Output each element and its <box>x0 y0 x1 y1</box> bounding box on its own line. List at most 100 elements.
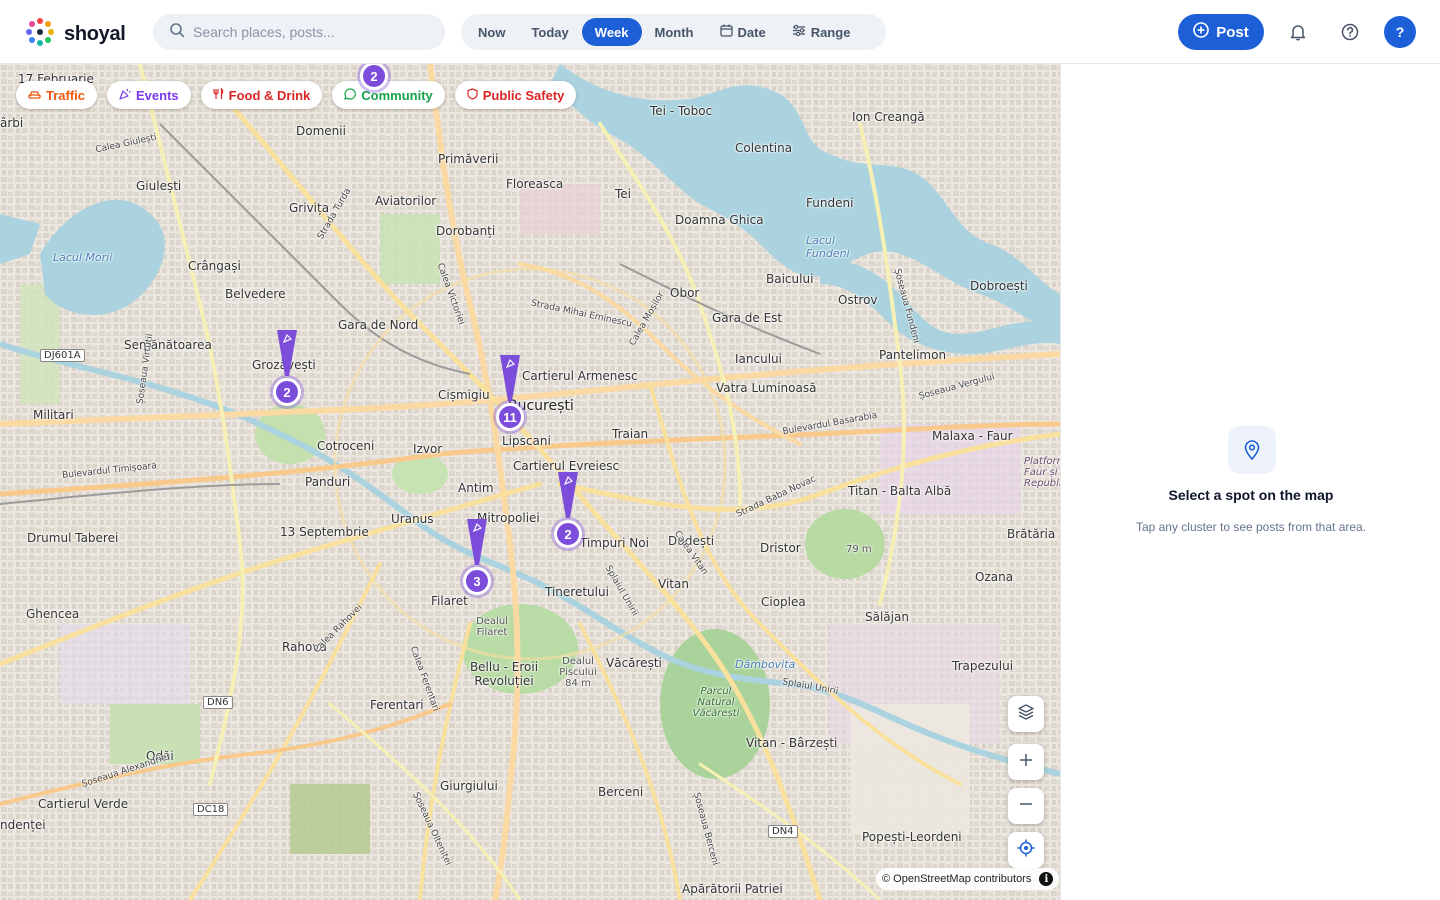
plus-icon <box>1019 753 1033 772</box>
map-label: Aviatorilor <box>375 194 437 208</box>
time-filter: Now Today Week Month Date Range <box>461 14 886 50</box>
event-pin-icon <box>467 519 487 565</box>
map-label: Dorobanți <box>436 224 496 238</box>
map-label: Popești-Leordeni <box>862 830 962 844</box>
map-label: Cartierul Armenesc <box>522 369 638 383</box>
filter-date[interactable]: Date <box>707 18 779 46</box>
locate-button[interactable] <box>1008 832 1044 868</box>
map-cluster[interactable]: 2 <box>552 470 586 550</box>
filter-now[interactable]: Now <box>465 18 518 46</box>
map-label: Gara de Nord <box>338 318 419 332</box>
filter-now-label: Now <box>478 24 506 40</box>
filter-range-label: Range <box>810 24 851 40</box>
search-icon <box>169 22 185 43</box>
party-icon <box>119 88 131 103</box>
map-label: Brătăria <box>1007 527 1056 541</box>
map-label: Apărătorii Patriei <box>682 882 783 896</box>
layers-icon <box>1017 703 1035 726</box>
zoom-in-button[interactable] <box>1008 744 1044 780</box>
map-label: Dristor <box>760 541 801 555</box>
filter-today-label: Today <box>531 24 569 40</box>
search-bar[interactable] <box>153 14 445 50</box>
map-label: Giulești <box>136 179 182 193</box>
hill-label: 79 m <box>846 544 872 555</box>
map-attribution: © OpenStreetMap contributors i <box>876 868 1060 890</box>
info-icon[interactable]: i <box>1039 872 1054 886</box>
chip-public-safety[interactable]: Public Safety <box>454 81 577 109</box>
lake-label: Lacul Morii <box>53 251 113 264</box>
avatar[interactable]: ? <box>1384 16 1416 48</box>
fork-knife-icon <box>213 87 224 103</box>
map-label: Traian <box>612 427 649 441</box>
map-cluster[interactable]: 11 <box>494 353 528 433</box>
road-shield: DN4 <box>768 825 798 838</box>
map-cluster[interactable]: 3 <box>461 517 495 597</box>
map-label: Militari <box>33 408 74 422</box>
app-name: shoyal <box>64 23 126 45</box>
map-label: Ozana <box>975 570 1014 584</box>
plus-circle-icon <box>1193 22 1210 42</box>
car-icon <box>28 88 41 103</box>
map-label: Bellu - Eroii Revoluției <box>469 660 539 688</box>
map-label: Antim <box>458 481 494 495</box>
area-label: Platformele Faur și Republica <box>1024 456 1060 489</box>
chip-events[interactable]: Events <box>107 81 191 109</box>
map-label: Cotroceni <box>317 439 375 453</box>
event-pin-icon <box>558 472 578 518</box>
map-label: Ferentari <box>370 698 424 712</box>
zoom-out-button[interactable] <box>1008 788 1044 824</box>
post-button[interactable]: Post <box>1178 14 1264 50</box>
map-label: Colentina <box>735 141 793 155</box>
map-label: Titan - Balta Albă <box>848 484 952 498</box>
bell-icon[interactable] <box>1286 20 1310 44</box>
cluster-count: 3 <box>463 567 491 595</box>
map-label: Dobroești <box>970 279 1028 293</box>
map-label: Lipscani <box>502 434 551 448</box>
post-button-label: Post <box>1216 23 1249 41</box>
chip-traffic[interactable]: Traffic <box>16 81 98 109</box>
chip-food-drink[interactable]: Food & Drink <box>200 81 323 109</box>
map-label: Cișmigiu <box>438 388 490 402</box>
map-label: Vitan - Bârzești <box>746 736 838 750</box>
map-label: Uranus <box>391 512 434 526</box>
map-label: Panduri <box>305 475 351 489</box>
crosshair-icon <box>1017 839 1035 862</box>
road-shield: DN6 <box>203 696 233 709</box>
chip-label: Food & Drink <box>228 87 311 103</box>
map-label: Primăverii <box>438 152 499 166</box>
map-label: Domenii <box>296 124 346 138</box>
event-pin-icon <box>500 355 520 401</box>
map-label: Ostrov <box>838 293 878 307</box>
filter-date-label: Date <box>737 24 766 40</box>
top-bar: shoyal Now Today Week Month Date Range P… <box>0 0 1440 64</box>
help-icon[interactable] <box>1338 20 1362 44</box>
filter-week-label: Week <box>594 24 629 40</box>
filter-month-label: Month <box>654 24 694 40</box>
map-label: Giurgiului <box>440 779 498 793</box>
map-label: ârbi <box>0 116 24 130</box>
map-label: 13 Septembrie <box>280 525 369 539</box>
map-label: Grivița <box>289 201 330 215</box>
filter-week[interactable]: Week <box>581 18 642 46</box>
map-label: Malaxa - Faur <box>932 429 1013 443</box>
search-input[interactable] <box>193 24 433 40</box>
map-cluster[interactable]: 2 <box>358 64 392 92</box>
logo[interactable]: shoyal <box>24 16 126 53</box>
filter-range[interactable]: Range <box>779 18 864 46</box>
map-cluster[interactable]: 2 <box>271 328 305 408</box>
road-shield: DJ601A <box>40 349 85 362</box>
map-label: Drumul Taberei <box>27 531 119 545</box>
map-label: Doamna Ghica <box>675 213 764 227</box>
map-label: Obor <box>670 286 700 300</box>
map-label: ndenței <box>0 818 46 832</box>
cluster-count: 2 <box>273 378 301 406</box>
map-label: Vatra Luminoasă <box>716 381 817 395</box>
map-view[interactable]: 17 Februarie Domenii Primăverii Tei - To… <box>0 64 1060 900</box>
lake-label: Lacul Fundeni <box>806 234 850 260</box>
category-filters: Traffic Events Food & Drink Community Pu… <box>16 81 577 109</box>
attribution-text: © OpenStreetMap contributors <box>882 873 1032 885</box>
sliders-icon <box>792 24 806 40</box>
layers-button[interactable] <box>1008 696 1044 732</box>
filter-month[interactable]: Month <box>642 18 707 46</box>
filter-today[interactable]: Today <box>518 18 581 46</box>
